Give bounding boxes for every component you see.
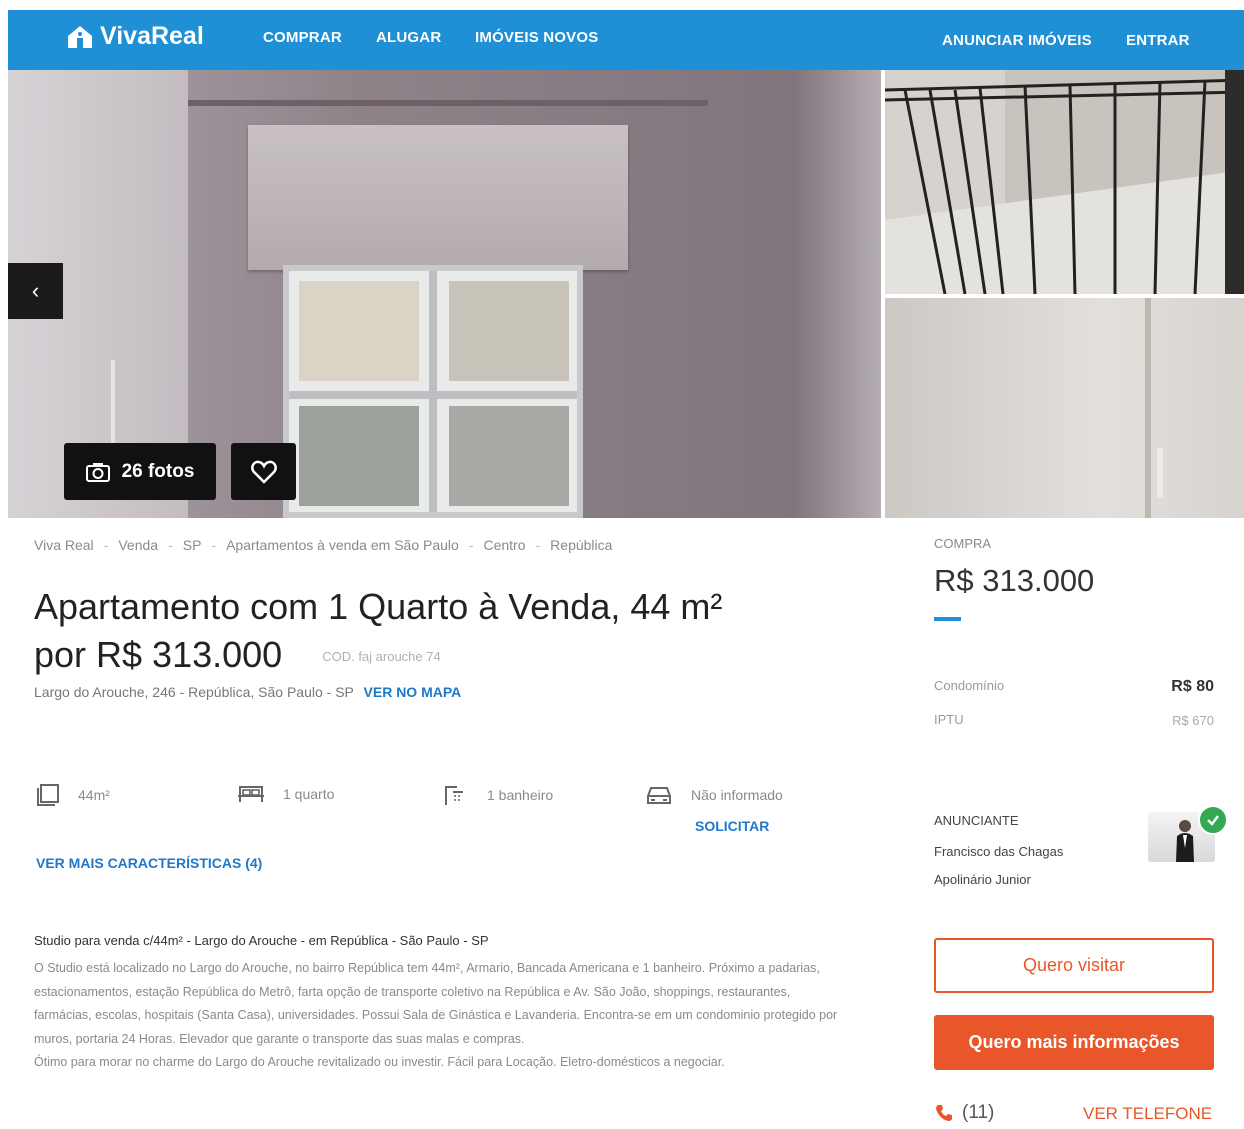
gallery-prev-button[interactable]: ‹ — [8, 263, 63, 319]
car-icon — [647, 787, 671, 804]
title-line-1: Apartamento com 1 Quarto à Venda, 44 m² — [34, 586, 723, 627]
quero-visitar-button[interactable]: Quero visitar — [934, 938, 1214, 993]
feature-bathrooms: 1 banheiro — [443, 784, 553, 806]
thumbnail-room-photo[interactable] — [885, 298, 1244, 518]
breadcrumb-centro[interactable]: Centro — [483, 537, 525, 553]
feature-parking-value: Não informado — [691, 787, 783, 803]
solicitar-link[interactable]: SOLICITAR — [695, 818, 769, 834]
phone-number-value: (11) — [962, 1102, 995, 1123]
breadcrumb-venda[interactable]: Venda — [118, 537, 158, 553]
ver-telefone-link[interactable]: VER TELEFONE — [1083, 1104, 1212, 1124]
ver-mais-caracteristicas-link[interactable]: VER MAIS CARACTERÍSTICAS (4) — [36, 855, 262, 871]
nav-alugar[interactable]: ALUGAR — [376, 29, 441, 46]
breadcrumb-viva-real[interactable]: Viva Real — [34, 537, 94, 553]
photo-gallery: ‹ 26 fotos — [8, 70, 1244, 518]
nav-imoveis-novos[interactable]: IMÓVEIS NOVOS — [475, 29, 598, 46]
listing-code: COD. faj arouche 74 — [322, 649, 441, 665]
bed-icon — [238, 786, 264, 802]
photo-blind — [248, 125, 628, 270]
feature-bedrooms: 1 quarto — [237, 784, 334, 804]
camera-icon — [85, 462, 110, 482]
balcony-illustration — [885, 70, 1244, 294]
photos-count-label: 26 fotos — [121, 460, 195, 482]
listing-address-row: Largo do Arouche, 246 - República, São P… — [34, 684, 461, 700]
price-value: R$ 313.000 — [934, 563, 1095, 598]
house-logo-icon — [68, 25, 92, 48]
phone-icon — [936, 1105, 952, 1121]
photos-count-button[interactable]: 26 fotos — [64, 443, 216, 500]
quero-mais-informacoes-button[interactable]: Quero mais informações — [934, 1015, 1214, 1070]
feature-parking: Não informado — [645, 784, 783, 806]
chevron-left-icon: ‹ — [31, 278, 40, 303]
verified-check-icon — [1198, 805, 1228, 835]
ver-no-mapa-link[interactable]: VER NO MAPA — [364, 684, 462, 700]
compra-label: COMPRA — [934, 536, 992, 551]
nav-entrar[interactable]: ENTRAR — [1126, 32, 1190, 49]
main-photo[interactable]: ‹ 26 fotos — [8, 70, 881, 518]
breadcrumb: Viva Real - Venda - SP - Apartamentos à … — [34, 537, 613, 553]
shower-icon — [445, 786, 463, 805]
phone-number: (11) — [934, 1102, 994, 1124]
heart-icon — [250, 460, 277, 484]
area-icon — [37, 784, 59, 806]
breadcrumb-sp[interactable]: SP — [183, 537, 202, 553]
favorite-button[interactable] — [231, 443, 296, 500]
price-underline — [934, 617, 961, 621]
breadcrumb-republica[interactable]: República — [550, 537, 612, 553]
description-body: O Studio está localizado no Largo do Aro… — [34, 957, 849, 1075]
iptu-value: R$ 670 — [1172, 713, 1214, 728]
description-title: Studio para venda c/44m² - Largo do Arou… — [34, 933, 489, 948]
listing-title: Apartamento com 1 Quarto à Venda, 44 m² … — [34, 583, 834, 681]
photo-window — [283, 265, 583, 518]
anunciante-label: ANUNCIANTE — [934, 813, 1019, 828]
breadcrumb-apartamentos[interactable]: Apartamentos à venda em São Paulo — [226, 537, 459, 553]
description-paragraph-2: Ótimo para morar no charme do Largo do A… — [34, 1055, 725, 1069]
photo-curtain-rod — [188, 100, 708, 106]
condominio-value: R$ 80 — [1171, 678, 1214, 695]
anunciante-name[interactable]: Francisco das Chagas Apolinário Junior — [934, 838, 1114, 894]
nav-anunciar-imoveis[interactable]: ANUNCIAR IMÓVEIS — [942, 32, 1092, 49]
feature-area-value: 44m² — [78, 787, 110, 803]
nav-comprar[interactable]: COMPRAR — [263, 29, 342, 46]
feature-area: 44m² — [36, 784, 110, 806]
feature-bathrooms-value: 1 banheiro — [487, 787, 554, 803]
logo-text: VivaReal — [100, 22, 204, 50]
title-line-2: por R$ 313.000 — [34, 634, 283, 675]
thumbnail-balcony-photo[interactable] — [885, 70, 1244, 294]
listing-address: Largo do Arouche, 246 - República, São P… — [34, 684, 354, 700]
iptu-label: IPTU — [934, 712, 964, 727]
vivareal-logo[interactable]: VivaReal — [66, 22, 204, 51]
feature-bedrooms-value: 1 quarto — [283, 786, 335, 802]
condominio-label: Condomínio — [934, 678, 1005, 693]
top-nav-bar: VivaReal COMPRAR ALUGAR IMÓVEIS NOVOS AN… — [8, 10, 1244, 70]
description-paragraph-1: O Studio está localizado no Largo do Aro… — [34, 961, 838, 1046]
